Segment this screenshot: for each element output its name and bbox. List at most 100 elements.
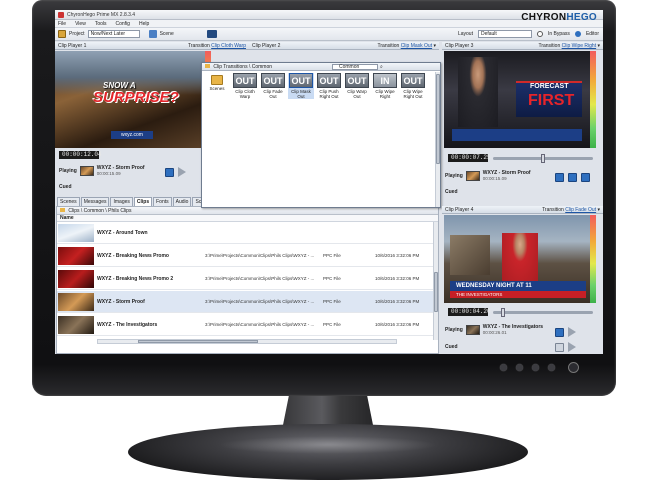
transition-clip-fade-out[interactable]: OUT Clip Fade Out <box>260 73 286 99</box>
scrubber-handle[interactable] <box>501 308 505 317</box>
monitor-button[interactable] <box>516 364 523 371</box>
menu-tools[interactable]: Tools <box>95 21 107 27</box>
stop-icon[interactable] <box>568 173 577 182</box>
player3-transition-link[interactable]: Clip Wipe Right <box>562 43 596 49</box>
transition-label: Clip Push Right Out <box>319 89 339 99</box>
player3-level-meter <box>590 51 596 148</box>
brand-right: HEGO <box>566 12 597 23</box>
player3-clip-thumbnail <box>465 170 480 181</box>
play-icon[interactable] <box>568 342 576 352</box>
picker-breadcrumb-bar: Clip Transitions \ Common Common ⌕ <box>202 63 440 71</box>
play-icon[interactable] <box>178 167 186 177</box>
scrubber-handle[interactable] <box>541 154 545 163</box>
horizontal-scrollbar[interactable] <box>97 339 397 344</box>
monitor-button[interactable] <box>500 364 507 371</box>
folder-icon <box>205 64 210 68</box>
vertical-scrollbar[interactable] <box>433 222 438 340</box>
row-thumbnail <box>58 270 94 288</box>
player1-transition-link[interactable]: Clip Cloth Warp <box>211 43 246 49</box>
player1-playing-row: Playing WXYZ - Storm Proof 00:00:15.09 <box>59 165 145 176</box>
player3-playing-row: Playing WXYZ - Storm Proof 00:00:15.09 <box>445 170 531 181</box>
editor-icon[interactable] <box>574 31 581 37</box>
transition-label: Clip Cloth Warp <box>235 89 255 99</box>
skip-forward-icon[interactable] <box>581 173 590 182</box>
row-name: WXYZ - The Investigators <box>97 322 158 328</box>
brand-logo: CHYRONHEGO <box>521 12 597 23</box>
player1-video-logo: wxyz.com <box>111 131 153 139</box>
transition-clip-cloth-warp[interactable]: OUT Clip Cloth Warp <box>232 73 258 99</box>
table-row[interactable]: WXYZ - Around Town <box>57 222 438 244</box>
player3-scrubber[interactable] <box>493 154 593 163</box>
row-thumbnail <box>58 247 94 265</box>
tab-fonts[interactable]: Fonts <box>153 197 172 206</box>
player4-scrubber[interactable] <box>493 308 593 317</box>
scrollbar-thumb[interactable] <box>436 74 440 164</box>
bypass-icon[interactable] <box>536 31 543 37</box>
menu-config[interactable]: Config <box>116 21 130 27</box>
player1-header: Clip Player 1 Transition Clip Cloth Warp <box>55 42 249 50</box>
monitor-button[interactable] <box>548 364 555 371</box>
layout-select[interactable]: Default <box>477 30 532 38</box>
scrollbar-thumb[interactable] <box>138 340 258 343</box>
clips-breadcrumb-text[interactable]: Clips \ Common \ Phils Clips <box>68 208 131 214</box>
picker-scrollbar[interactable] <box>435 72 440 207</box>
picker-breadcrumb[interactable]: Clip Transitions \ Common <box>213 64 272 70</box>
skip-back-icon[interactable] <box>555 173 564 182</box>
row-path: 3:\Prime\Projects\Common\Clips\Phils Cli… <box>205 276 315 281</box>
table-row[interactable]: WXYZ - Breaking News Promo 3:\Prime\Proj… <box>57 245 438 267</box>
transition-in-icon: IN <box>373 73 397 88</box>
project-select[interactable]: Now/Next Later <box>87 30 140 38</box>
transition-clip-warp-out[interactable]: OUT Clip Warp Out <box>344 73 370 99</box>
row-thumbnail <box>58 316 94 334</box>
search-icon[interactable]: ⌕ <box>380 63 383 71</box>
row-date: 10/6/2016 3:32:06 PM <box>375 276 420 281</box>
skip-back-icon[interactable] <box>165 167 174 177</box>
transition-out-icon: OUT <box>317 73 341 88</box>
table-row-selected[interactable]: WXYZ - Storm Proof 3:\Prime\Projects\Com… <box>57 291 438 313</box>
menu-file[interactable]: File <box>58 21 66 27</box>
column-header-name[interactable]: Name <box>57 215 438 222</box>
tab-clips[interactable]: Clips <box>133 197 153 206</box>
play-icon[interactable] <box>568 327 576 337</box>
player1-playing-label: Playing <box>59 167 77 174</box>
row-type: PPC File <box>323 322 341 327</box>
player4-transition-label: Transition <box>542 207 564 213</box>
clips-breadcrumb: Clips \ Common \ Phils Clips <box>57 207 438 215</box>
transition-clip-wipe-right[interactable]: IN Clip Wipe Right <box>372 73 398 99</box>
player3-video-text: FORECAST <box>530 83 569 90</box>
skip-back-icon[interactable] <box>555 327 564 337</box>
transition-clip-mask-out[interactable]: OUT Clip Mask Out <box>288 73 314 99</box>
menu-view[interactable]: View <box>75 21 86 27</box>
player1-timecode: 00:00:12.04 <box>59 151 102 159</box>
transition-clip-wipe-right-out[interactable]: OUT Clip Wipe Right Out <box>400 73 426 99</box>
power-icon[interactable] <box>568 362 579 373</box>
player1-cued-label: Cued <box>59 184 72 190</box>
tab-messages[interactable]: Messages <box>80 197 110 206</box>
scrollbar-thumb[interactable] <box>434 272 438 312</box>
picker-search-input[interactable]: Common <box>332 64 378 70</box>
player4-transition-link[interactable]: Clip Fade Out <box>565 207 596 213</box>
transition-clip-push-right-out[interactable]: OUT Clip Push Right Out <box>316 73 342 99</box>
table-row[interactable]: WXYZ - The Investigators 3:\Prime\Projec… <box>57 314 438 336</box>
tab-scenes[interactable]: Scenes <box>57 197 80 206</box>
folder-icon <box>60 208 65 212</box>
player4-lower-third-sub: THE INVESTIGATORS <box>450 291 586 298</box>
tab-images[interactable]: Images <box>110 197 133 206</box>
player3-lower-third <box>452 129 582 141</box>
skip-back-icon[interactable] <box>555 342 564 352</box>
player3-transition-label: Transition <box>538 43 561 49</box>
project-icon <box>58 30 66 38</box>
brand-left: CHYRON <box>521 12 567 23</box>
player2-transition-link[interactable]: Clip Mask Out <box>401 43 432 49</box>
player2-title: Clip Player 2 <box>252 43 281 49</box>
transition-scenes[interactable]: Scenes <box>204 73 230 91</box>
project-label: Project <box>69 31 85 37</box>
folder-icon <box>211 75 223 85</box>
tab-audio[interactable]: Audio <box>172 197 192 206</box>
table-row[interactable]: WXYZ - Breaking News Promo 2 3:\Prime\Pr… <box>57 268 438 290</box>
menu-help[interactable]: Help <box>139 21 149 27</box>
toolbar: Project Now/Next Later Scene Layout Defa… <box>55 28 603 41</box>
player4-title: Clip Player 4 <box>445 207 474 213</box>
monitor-button[interactable] <box>532 364 539 371</box>
network-icon[interactable] <box>206 30 217 38</box>
